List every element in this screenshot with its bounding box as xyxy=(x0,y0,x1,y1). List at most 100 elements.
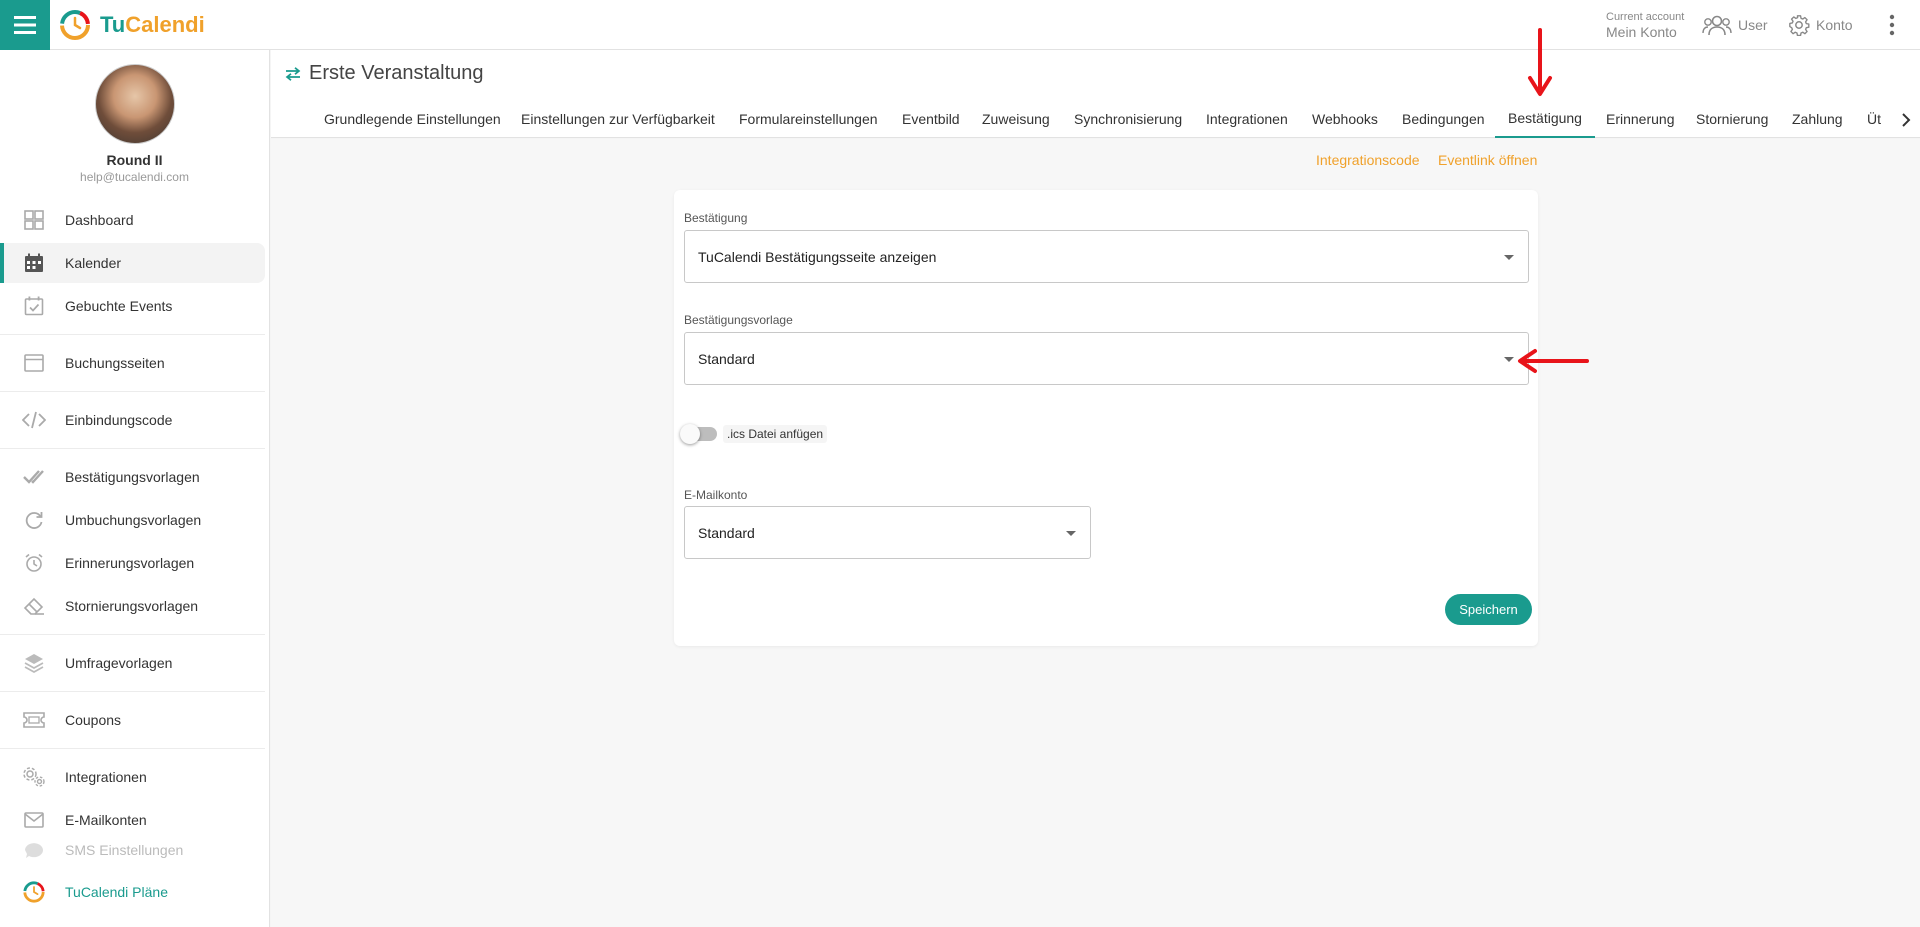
double-check-icon xyxy=(22,465,46,489)
user-label: User xyxy=(1738,17,1768,33)
refresh-icon xyxy=(22,508,46,532)
konto-label: Konto xyxy=(1816,17,1853,33)
gears-icon xyxy=(22,765,46,789)
tab-synchronisierung[interactable]: Synchronisierung xyxy=(1074,100,1182,138)
tab-truncated[interactable]: Üt xyxy=(1867,100,1889,138)
dropdown-caret-icon xyxy=(1066,531,1076,536)
sidebar-item-stornierungsvorlagen[interactable]: Stornierungsvorlagen xyxy=(0,586,265,626)
confirmation-select-value: TuCalendi Bestätigungsseite anzeigen xyxy=(698,248,937,265)
tab-integrationen[interactable]: Integrationen xyxy=(1206,100,1288,138)
swap-arrows-icon[interactable] xyxy=(285,66,301,81)
tab-zahlung[interactable]: Zahlung xyxy=(1792,100,1843,138)
sidebar-item-label: Gebuchte Events xyxy=(65,298,173,314)
sidebar-item-bestaetigungsvorlagen[interactable]: Bestätigungsvorlagen xyxy=(0,457,265,497)
sidebar-item-label: Coupons xyxy=(65,712,122,728)
sidebar-item-umfragevorlagen[interactable]: Umfragevorlagen xyxy=(0,643,265,683)
sidebar-item-buchungsseiten[interactable]: Buchungsseiten xyxy=(0,343,265,383)
sidebar-item-label: Einbindungscode xyxy=(65,412,173,428)
more-options-icon[interactable] xyxy=(1884,12,1900,38)
sidebar-item-label: Kalender xyxy=(65,255,122,271)
sidebar-item-label: Umbuchungsvorlagen xyxy=(65,512,202,528)
sms-icon xyxy=(22,838,46,862)
integrationscode-link[interactable]: Integrationscode xyxy=(1316,152,1420,168)
tab-bestaetigung[interactable]: Bestätigung xyxy=(1495,100,1595,138)
sidebar-divider xyxy=(0,334,265,335)
ics-toggle-knob xyxy=(680,424,700,444)
template-select[interactable]: Standard xyxy=(684,332,1529,385)
tab-erinnerung[interactable]: Erinnerung xyxy=(1606,100,1675,138)
sidebar-item-erinnerungsvorlagen[interactable]: Erinnerungsvorlagen xyxy=(0,543,265,583)
logo-text: TuCalendi xyxy=(100,12,205,37)
current-account[interactable]: Current account Mein Konto xyxy=(1606,11,1685,40)
save-button[interactable]: Speichern xyxy=(1445,594,1532,625)
current-account-value: Mein Konto xyxy=(1606,24,1677,40)
sidebar-item-sms-einstellungen[interactable]: SMS Einstellungen xyxy=(0,835,265,865)
sidebar-item-gebuchte-events[interactable]: Gebuchte Events xyxy=(0,286,265,326)
users-icon xyxy=(1702,15,1732,36)
tab-zuweisung[interactable]: Zuweisung xyxy=(982,100,1050,138)
sidebar-divider xyxy=(0,448,265,449)
sidebar-divider xyxy=(0,634,265,635)
event-title-text: Erste Veranstaltung xyxy=(309,62,484,84)
template-select-value: Standard xyxy=(698,350,755,367)
sidebar-item-coupons[interactable]: Coupons xyxy=(0,700,265,740)
template-field-label: Bestätigungsvorlage xyxy=(684,313,793,327)
ticket-icon xyxy=(22,708,46,732)
sidebar-item-integrationen[interactable]: Integrationen xyxy=(0,757,265,797)
tab-verfuegbarkeit[interactable]: Einstellungen zur Verfügbarkeit xyxy=(521,100,715,138)
current-account-label: Current account xyxy=(1606,11,1685,23)
sidebar-item-label: E-Mailkonten xyxy=(65,812,147,828)
user-menu-button[interactable]: User xyxy=(1702,14,1768,36)
tab-bedingungen[interactable]: Bedingungen xyxy=(1402,100,1485,138)
tab-eventbild[interactable]: Eventbild xyxy=(902,100,960,138)
hamburger-icon xyxy=(14,16,36,34)
confirmation-select[interactable]: TuCalendi Bestätigungsseite anzeigen xyxy=(684,230,1529,283)
sidebar-item-label: Umfragevorlagen xyxy=(65,655,173,671)
sidebar-divider xyxy=(0,391,265,392)
sidebar-item-label: SMS Einstellungen xyxy=(65,842,184,858)
sidebar-item-umbuchungsvorlagen[interactable]: Umbuchungsvorlagen xyxy=(0,500,265,540)
email-account-select[interactable]: Standard xyxy=(684,506,1091,559)
email-account-select-value: Standard xyxy=(698,524,755,541)
annotation-arrow-left-icon xyxy=(1518,349,1589,373)
tucalendi-logo-icon xyxy=(22,880,46,904)
top-bar: TuCalendi Current account Mein Konto Use… xyxy=(0,0,1920,50)
sidebar-item-einbindungscode[interactable]: Einbindungscode xyxy=(0,400,265,440)
alarm-clock-icon xyxy=(22,551,46,575)
layers-icon xyxy=(22,651,46,675)
profile: Round II help@tucalendi.com xyxy=(0,50,269,195)
tab-stornierung[interactable]: Stornierung xyxy=(1696,100,1768,138)
sidebar-item-label: Erinnerungsvorlagen xyxy=(65,555,195,571)
sidebar-divider xyxy=(0,691,265,692)
sidebar-divider xyxy=(0,748,265,749)
email-account-field-label: E-Mailkonto xyxy=(684,488,748,502)
menu-toggle-button[interactable] xyxy=(0,0,50,50)
code-icon xyxy=(22,408,46,432)
tab-formulareinstellungen[interactable]: Formulareinstellungen xyxy=(739,100,878,138)
tucalendi-logo-icon xyxy=(60,10,90,40)
logo[interactable]: TuCalendi xyxy=(58,9,205,41)
sidebar-item-tucalendi-plaene[interactable]: TuCalendi Pläne xyxy=(0,872,265,912)
avatar[interactable] xyxy=(94,64,175,144)
sidebar-item-e-mailkonten[interactable]: E-Mailkonten xyxy=(0,800,265,840)
sidebar-item-label: Dashboard xyxy=(65,212,134,228)
sidebar-item-kalender[interactable]: Kalender xyxy=(0,243,265,283)
main-content: Integrationscode Eventlink öffnen Bestät… xyxy=(271,139,1920,927)
dashboard-icon xyxy=(22,208,46,232)
tab-webhooks[interactable]: Webhooks xyxy=(1312,100,1378,138)
chevron-right-icon[interactable] xyxy=(1896,110,1916,130)
sidebar-item-dashboard[interactable]: Dashboard xyxy=(0,200,265,240)
dropdown-caret-icon xyxy=(1504,255,1514,260)
dropdown-caret-icon xyxy=(1504,357,1514,362)
sidebar: Round II help@tucalendi.com Dashboard Ka… xyxy=(0,50,270,927)
sidebar-item-label: TuCalendi Pläne xyxy=(65,884,168,900)
ics-toggle[interactable]: .ics Datei anfügen xyxy=(680,424,828,444)
konto-menu-button[interactable]: Konto xyxy=(1788,14,1853,36)
tab-grundlegende-einstellungen[interactable]: Grundlegende Einstellungen xyxy=(324,100,501,138)
event-header: Erste Veranstaltung Grundlegende Einstel… xyxy=(271,50,1920,138)
calendar-icon xyxy=(22,251,46,275)
confirmation-field-label: Bestätigung xyxy=(684,211,748,225)
eventlink-open-link[interactable]: Eventlink öffnen xyxy=(1438,152,1537,168)
profile-name: Round II xyxy=(106,152,163,168)
ics-toggle-switch[interactable] xyxy=(680,424,717,444)
